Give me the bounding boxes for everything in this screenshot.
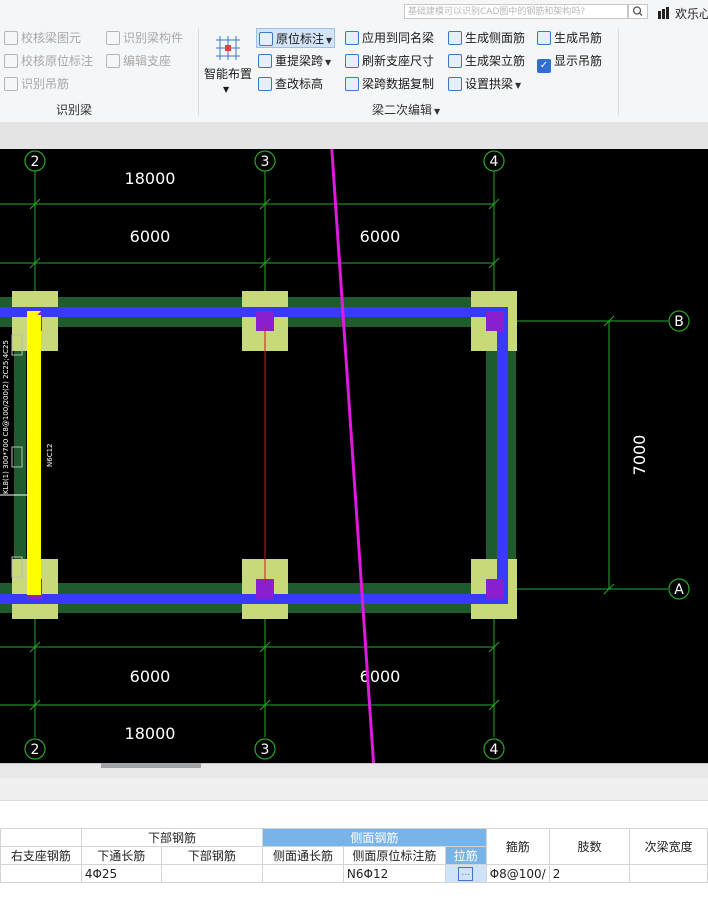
dimension-text: 6000: [130, 227, 171, 246]
table-cell[interactable]: [629, 864, 708, 883]
axis-label: B: [674, 314, 684, 330]
table-row: 4Φ25 N6Φ12 … Φ8@100/ 2: [0, 864, 708, 883]
table-header[interactable]: 次梁宽度: [629, 828, 708, 865]
chevron-down-icon: ▼: [515, 81, 522, 90]
beam-right: [497, 307, 508, 604]
table-header[interactable]: 侧面通长筋: [262, 846, 344, 865]
side-rebar-icon: [448, 31, 462, 45]
table-group-header: 下部钢筋: [80, 828, 264, 847]
axis-label: 2: [31, 154, 40, 170]
ribbon-toolbar: 基础建模可以识别CAD图中的钢筋和架构吗? 欢乐心 校核梁图元 识别梁构件 校核…: [0, 0, 708, 123]
beam-bottom: [0, 594, 508, 604]
table-header[interactable]: 肢数: [548, 828, 631, 865]
drawing-svg: 2 3 4 2 3 4 B A 18000 6000 6000 6000 600…: [0, 149, 690, 763]
check-mark-icon: [4, 54, 18, 68]
dimension-text: 18000: [125, 169, 176, 188]
in-situ-mark-button[interactable]: 原位标注 ▼: [256, 28, 336, 48]
check-elevation-button[interactable]: 查改标高: [258, 74, 323, 94]
refresh-support-icon: [345, 54, 359, 68]
group-label-beam-secondary-edit[interactable]: 梁二次编辑 ▼: [372, 101, 440, 118]
recognize-beam-component-button[interactable]: 识别梁构件: [106, 28, 183, 48]
table-header[interactable]: 下通长筋: [80, 846, 162, 865]
drawing-canvas[interactable]: 2 3 4 2 3 4 B A 18000 6000 6000 6000 600…: [0, 149, 708, 763]
property-panel: 下部钢筋 侧面钢筋 箍筋 肢数 次梁宽度 右支座钢筋 下通长筋 下部钢筋 侧面通…: [0, 778, 708, 923]
checkbox-checked-icon: ✓: [537, 59, 551, 73]
recognize-hanger-button[interactable]: 识别吊筋: [4, 74, 69, 94]
search-input[interactable]: 基础建模可以识别CAD图中的钢筋和架构吗?: [404, 4, 628, 19]
scrollbar-thumb[interactable]: [101, 763, 201, 768]
table-header[interactable]: 右支座钢筋: [0, 846, 82, 865]
table-group-header-active: 侧面钢筋: [262, 828, 487, 847]
check-elevation-icon: [258, 77, 272, 91]
group-label-recognize-beam: 识别梁: [56, 103, 93, 117]
axis-label: 2: [31, 742, 40, 758]
table-cell-editing[interactable]: …: [444, 864, 487, 883]
selected-beam: [27, 315, 41, 595]
dimension-text: 6000: [130, 667, 171, 686]
table-cell[interactable]: 2: [548, 864, 631, 883]
table-cell[interactable]: Φ8@100/: [485, 864, 550, 883]
table-header-blank: [0, 828, 82, 847]
dimension-text: 6000: [360, 227, 401, 246]
span-copy-icon: [345, 77, 359, 91]
table-cell[interactable]: [262, 864, 344, 883]
recognize-beam-icon: [106, 31, 120, 45]
re-extract-span-button[interactable]: 重提梁跨 ▼: [258, 51, 331, 71]
generate-erection-rebar-button[interactable]: 生成架立筋: [448, 51, 525, 71]
chevron-down-icon: ▼: [434, 107, 441, 116]
check-in-situ-mark-button[interactable]: 校核原位标注: [4, 51, 93, 71]
re-extract-span-icon: [258, 54, 272, 68]
cell-edit-button[interactable]: …: [458, 866, 474, 881]
erection-rebar-icon: [448, 54, 462, 68]
axis-label: A: [674, 582, 684, 598]
beam-span-table: 下部钢筋 侧面钢筋 箍筋 肢数 次梁宽度 右支座钢筋 下通长筋 下部钢筋 侧面通…: [0, 828, 708, 883]
check-beam-element-button[interactable]: 校核梁图元: [4, 28, 81, 48]
dimension-text: 7000: [630, 435, 649, 476]
arch-beam-icon: [448, 77, 462, 91]
axis-label: 3: [261, 154, 270, 170]
search-icon: [632, 6, 643, 16]
span-data-copy-button[interactable]: 梁跨数据复制: [345, 74, 434, 94]
apply-same-name-icon: [345, 31, 359, 45]
beam-annotation: N6C12: [46, 444, 54, 468]
beam-top: [0, 307, 508, 317]
refresh-support-size-button[interactable]: 刷新支座尺寸: [345, 51, 434, 71]
hanger-icon: [4, 77, 18, 91]
axis-label: 3: [261, 742, 270, 758]
table-cell[interactable]: [0, 864, 82, 883]
dimension-text: 18000: [125, 724, 176, 743]
beam-annotation: KL8(1) 300*700 C8@100/200(2) 2C25;4C25: [2, 340, 10, 494]
axis-label: 4: [490, 154, 499, 170]
apply-same-name-beam-button[interactable]: 应用到同名梁: [345, 28, 434, 48]
user-icon: [658, 7, 669, 19]
ribbon-separator: [198, 28, 199, 116]
show-hanger-checkbox[interactable]: ✓ 显示吊筋: [537, 51, 602, 73]
table-header[interactable]: 拉筋: [444, 846, 487, 865]
table-cell[interactable]: N6Φ12: [342, 864, 446, 883]
table-header[interactable]: 侧面原位标注筋: [342, 846, 446, 865]
generate-hanger-button[interactable]: 生成吊筋: [537, 28, 602, 48]
in-situ-mark-icon: [259, 32, 273, 46]
ribbon-separator: [618, 28, 619, 116]
chevron-down-icon: ▼: [325, 58, 332, 67]
panel-toolbar: [0, 778, 708, 801]
smart-layout-icon: [216, 36, 240, 60]
check-beam-icon: [4, 31, 18, 45]
user-name[interactable]: 欢乐心: [675, 5, 708, 22]
table-cell[interactable]: [160, 864, 264, 883]
search-button[interactable]: [628, 4, 648, 19]
table-header[interactable]: 箍筋: [485, 828, 550, 865]
table-cell[interactable]: 4Φ25: [80, 864, 162, 883]
edit-support-button[interactable]: 编辑支座: [106, 51, 171, 71]
set-arch-beam-button[interactable]: 设置拱梁 ▼: [448, 74, 521, 94]
canvas-header-strip: [0, 122, 708, 149]
smart-layout-dropdown-icon[interactable]: ▼: [223, 80, 229, 100]
axis-label: 4: [490, 742, 499, 758]
generate-side-rebar-button[interactable]: 生成侧面筋: [448, 28, 525, 48]
generate-hanger-icon: [537, 31, 551, 45]
edit-support-icon: [106, 54, 120, 68]
table-header[interactable]: 下部钢筋: [160, 846, 264, 865]
chevron-down-icon: ▼: [326, 36, 333, 45]
